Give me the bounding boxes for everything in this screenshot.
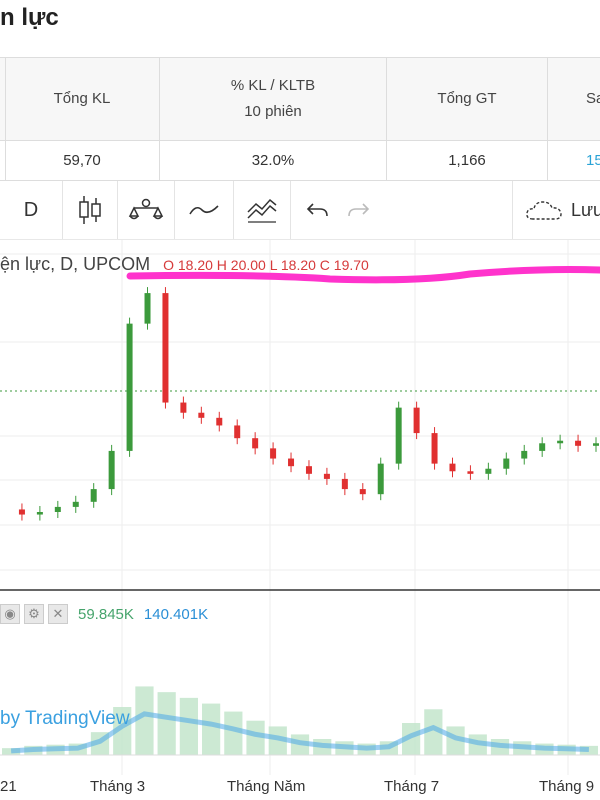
x-axis-label: Tháng 9 [539, 778, 595, 795]
candle-body [108, 450, 115, 490]
candle-body [305, 466, 312, 474]
candle-body [72, 501, 79, 507]
page-title: n lực [0, 4, 59, 31]
volume-bar [135, 686, 154, 755]
area-chart-icon[interactable] [234, 181, 291, 239]
interval-label: D [23, 198, 39, 221]
redo-icon[interactable] [330, 181, 386, 239]
candle-body [180, 402, 187, 413]
save-button[interactable]: Lưu [512, 181, 600, 239]
stats-value: 32.0% [251, 151, 295, 169]
candle-body [216, 417, 223, 426]
stats-value: 15 [586, 151, 600, 169]
eye-icon[interactable]: ◉ [0, 604, 20, 624]
candle-body [18, 509, 25, 515]
candle-body [485, 468, 492, 474]
stats-table: Tổng KL 59,70 % KL / KLTB 10 phiên 32.0%… [0, 57, 600, 181]
interval-button[interactable]: D [0, 181, 63, 239]
candles [18, 287, 599, 521]
stats-col-partial: Sa 15 [548, 58, 600, 180]
candle-body [162, 293, 169, 403]
line-chart-icon[interactable] [175, 181, 234, 239]
legend-ohlc: O 18.20 H 20.00 L 18.20 C 19.70 [163, 257, 369, 273]
stats-header-sub: 10 phiên [244, 103, 302, 120]
candle-body [521, 450, 528, 459]
stats-col-volume-ratio: % KL / KLTB 10 phiên 32.0% [160, 58, 387, 180]
candle-body [593, 443, 599, 446]
close-icon[interactable]: ✕ [48, 604, 68, 624]
cloud-icon [526, 201, 562, 220]
chart-toolbar: D Lưu [0, 181, 600, 240]
stats-col-total-volume: Tổng KL 59,70 [5, 58, 160, 180]
candle-body [90, 489, 97, 502]
candle-body [198, 412, 205, 418]
volume-value-2: 140.401K [143, 605, 209, 623]
candlestick-icon[interactable] [63, 181, 118, 239]
candle-body [288, 458, 295, 467]
candle-body [539, 443, 546, 451]
volume-legend: ◉ ⚙ ✕ 59.845K 140.401K [0, 604, 208, 624]
candle-body [449, 463, 456, 472]
candle-body [234, 425, 241, 439]
candle-body [144, 293, 151, 324]
candle-body [431, 433, 438, 464]
stats-header: Tổng GT [437, 90, 497, 107]
legend-title: ện lực, D, UPCOM [0, 254, 151, 274]
x-axis-label: Tháng 7 [384, 778, 440, 795]
x-axis-label: Tháng 3 [90, 778, 146, 795]
candle-body [575, 440, 582, 446]
stats-value: 59,70 [63, 151, 101, 169]
chart-grid [0, 240, 600, 775]
volume-value-1: 59.845K [78, 605, 134, 623]
candle-body [126, 323, 133, 451]
candle-body [557, 440, 564, 444]
volume-bar [202, 703, 221, 755]
stats-value: 1,166 [448, 151, 486, 169]
candle-body [377, 463, 384, 495]
candle-body [341, 478, 348, 490]
volume-bar [179, 697, 198, 755]
settings-icon[interactable]: ⚙ [24, 604, 44, 624]
candle-body [467, 471, 474, 474]
stats-col-total-value: Tổng GT 1,166 [387, 58, 548, 180]
candle-body [270, 448, 277, 459]
x-axis-label: Tháng Năm [227, 778, 306, 795]
volume-bar [224, 711, 243, 755]
stats-header: % KL / KLTB [230, 77, 316, 94]
candle-body [503, 458, 510, 469]
candle-body [323, 473, 330, 479]
candle-body [36, 512, 43, 515]
indicators-icon[interactable] [118, 181, 175, 239]
candle-body [252, 438, 259, 449]
candle-body [413, 407, 420, 434]
candle-body [359, 489, 366, 495]
candle-body [395, 407, 402, 464]
save-label: Lưu [571, 199, 600, 220]
volume-bar [157, 692, 176, 755]
candle-body [54, 506, 61, 512]
stats-header: Tổng KL [53, 90, 111, 107]
stats-header: Sa [586, 90, 600, 107]
x-axis-label: 21 [0, 778, 17, 795]
chart-legend: ện lực, D, UPCOM O 18.20 H 20.00 L 18.20… [0, 254, 369, 275]
tradingview-watermark: by TradingView [0, 708, 130, 729]
